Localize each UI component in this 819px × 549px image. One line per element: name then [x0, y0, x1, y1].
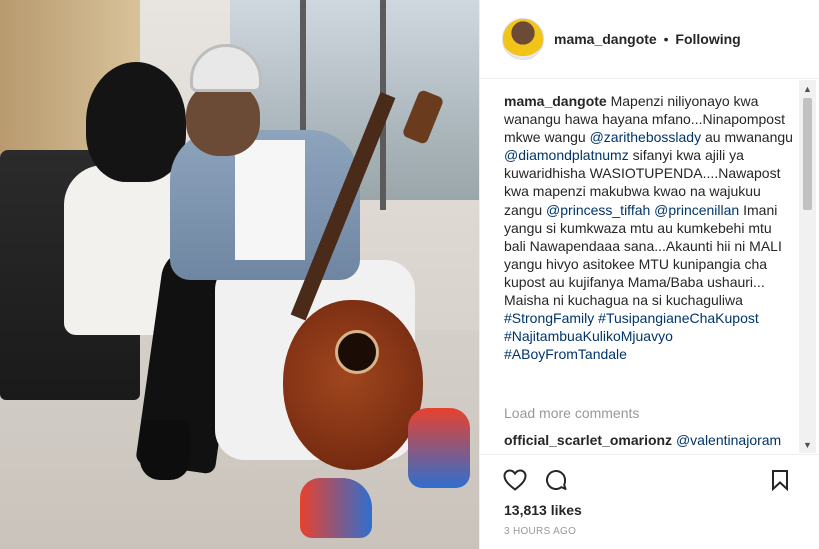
hashtag-link[interactable]: #ABoyFromTandale — [504, 346, 627, 362]
post-photo[interactable] — [0, 0, 479, 549]
following-button[interactable]: Following — [675, 31, 740, 47]
post-actions: 13,813 likes 3 HOURS AGO — [480, 454, 819, 549]
header-separator: • — [663, 31, 669, 47]
comments-scrollbar[interactable]: ▲ ▼ — [799, 80, 816, 453]
mention-link[interactable]: @valentinajoram — [676, 432, 781, 448]
hashtag-link[interactable]: #StrongFamily — [504, 310, 594, 326]
caption-username[interactable]: mama_dangote — [504, 93, 607, 109]
mention-link[interactable]: @princenillan — [654, 202, 739, 218]
photo-man-face — [186, 82, 260, 156]
avatar[interactable] — [502, 18, 544, 60]
caption-text: au mwanangu — [704, 129, 793, 146]
photo-guitar — [283, 300, 423, 470]
header-text: mama_dangote • Following — [554, 31, 741, 47]
load-more-comments-button[interactable]: Load more comments — [504, 405, 639, 421]
speech-bubble-icon[interactable] — [543, 467, 569, 493]
hashtag-link[interactable]: #TusipangianeChaKupost — [598, 310, 759, 326]
caption: mama_dangote Mapenzi niliyonayo kwa wana… — [504, 92, 796, 363]
photo-sneaker — [408, 408, 470, 488]
photo-man-shirt — [235, 140, 305, 260]
scrollbar-thumb[interactable] — [803, 98, 812, 210]
mention-link[interactable]: @diamondplatnumz — [504, 147, 629, 163]
comment-username[interactable]: official_scarlet_omarionz — [504, 432, 672, 448]
likes-count[interactable]: 13,813 likes — [504, 502, 582, 518]
heart-outline-icon[interactable] — [502, 467, 528, 493]
photo-guitar-soundhole — [335, 330, 379, 374]
bookmark-icon[interactable] — [767, 467, 793, 493]
mention-link[interactable]: @princess_tiffah — [546, 202, 650, 218]
comments-section: mama_dangote Mapenzi niliyonayo kwa wana… — [480, 80, 819, 453]
photo-sneaker — [300, 478, 372, 538]
hashtag-link[interactable]: #NajitambuaKulikoMjuavyo — [504, 328, 673, 344]
post-header: mama_dangote • Following — [480, 0, 819, 79]
post-timestamp[interactable]: 3 HOURS AGO — [504, 526, 576, 537]
post-side-panel: mama_dangote • Following mama_dangote Ma… — [479, 0, 819, 549]
mention-link[interactable]: @zarithebosslady — [590, 129, 702, 145]
header-username[interactable]: mama_dangote — [554, 31, 657, 47]
photo-woman-hair — [86, 62, 186, 182]
scroll-up-arrow-icon[interactable]: ▲ — [799, 80, 816, 97]
photo-heel — [140, 420, 190, 480]
comment: official_scarlet_omarionz @valentinajora… — [504, 432, 796, 448]
scroll-down-arrow-icon[interactable]: ▼ — [799, 436, 816, 453]
